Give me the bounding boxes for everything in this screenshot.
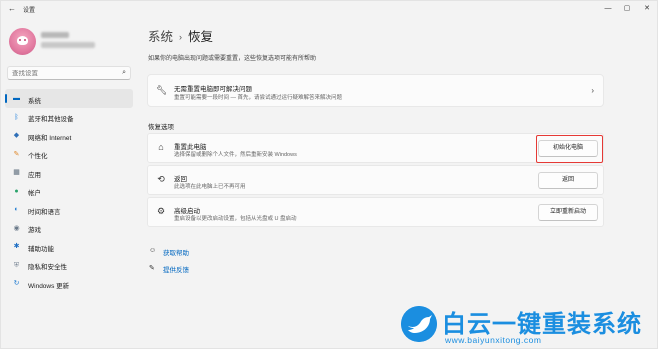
gamepad-icon: ◉ bbox=[13, 224, 20, 232]
troubleshoot-title: 无需重置电脑即可解决问题 bbox=[174, 86, 252, 93]
bluetooth-icon: ᛒ bbox=[14, 113, 19, 121]
reset-pc-icon: ⌂ bbox=[158, 142, 164, 152]
brush-icon: ✎ bbox=[13, 150, 20, 158]
avatar-face-icon bbox=[17, 36, 28, 45]
app-title: 设置 bbox=[23, 8, 36, 14]
sidebar-item[interactable]: ✎ 个性化 bbox=[5, 145, 133, 164]
minimize-button[interactable]: — bbox=[602, 3, 614, 14]
back-arrow-icon[interactable]: ← bbox=[7, 4, 17, 14]
bird-logo-icon bbox=[401, 306, 437, 342]
settings-window: ← 设置 — ▢ ✕ ⌕ ▬ 系统 ᛒ 蓝牙和其他设备 ◆ 网络和 Internet ✎ 个性… bbox=[0, 0, 658, 349]
sidebar-nav: ▬ 系统 ᛒ 蓝牙和其他设备 ◆ 网络和 Internet ✎ 个性化 ▦ 应用 ● 帐户 ◐ 时间和语言… bbox=[5, 89, 133, 293]
close-button[interactable]: ✕ bbox=[641, 3, 653, 14]
watermark-url: www.baiyunxitong.com bbox=[445, 335, 542, 345]
user-name-blurred bbox=[41, 32, 69, 38]
watermark-title: 白云一键重装系统 bbox=[442, 310, 642, 338]
search-input[interactable] bbox=[12, 70, 112, 77]
sidebar-item-label: 蓝牙和其他设备 bbox=[28, 116, 74, 123]
sidebar-item-label: 辅助功能 bbox=[28, 245, 54, 253]
accessibility-icon: ✱ bbox=[13, 243, 20, 250]
sidebar-item-label: 应用 bbox=[28, 171, 41, 179]
shield-icon: ⛨ bbox=[13, 261, 20, 269]
recovery-option-row: ⚙ 高级启动 重启设备以更改启动设置，包括从光盘或 U 盘启动 立即重新启动 bbox=[147, 197, 604, 227]
feedback-icon: ✎ bbox=[149, 265, 155, 272]
sidebar-item[interactable]: ◉ 游戏 bbox=[5, 219, 133, 238]
troubleshoot-description: 重置可能需要一段时间 — 首先，请尝试通过运行疑难解答来解决问题 bbox=[174, 95, 343, 101]
recovery-options-heading: 恢复选项 bbox=[148, 124, 174, 131]
sidebar-item[interactable]: ◆ 网络和 Internet bbox=[5, 126, 133, 145]
breadcrumb: 系统 › 恢复 bbox=[148, 26, 213, 45]
troubleshoot-card[interactable]: 🔧︎ 无需重置电脑即可解决问题 重置可能需要一段时间 — 首先，请尝试通过运行疑… bbox=[147, 74, 604, 107]
sidebar-item-label: 游戏 bbox=[28, 227, 41, 234]
search-icon[interactable]: ⌕ bbox=[122, 69, 126, 77]
sidebar-item-label: 网络和 Internet bbox=[28, 134, 72, 142]
watermark: 白云一键重装系统 www.baiyunxitong.com bbox=[401, 304, 656, 348]
sidebar-item[interactable]: ◐ 时间和语言 bbox=[5, 200, 133, 219]
highlight-box bbox=[536, 135, 603, 163]
wrench-icon: 🔧︎ bbox=[156, 85, 168, 95]
avatar[interactable] bbox=[9, 28, 36, 55]
search-box[interactable]: ⌕ bbox=[7, 66, 131, 80]
sidebar-item-label: 帐户 bbox=[28, 190, 41, 197]
page-description: 如果你的电脑出现问题或需要重置，这些恢复选项可能有所帮助 bbox=[148, 56, 317, 62]
help-link-label[interactable]: 获取帮助 bbox=[163, 247, 189, 257]
sidebar-item[interactable]: ● 帐户 bbox=[5, 182, 133, 201]
person-icon: ● bbox=[14, 187, 19, 195]
recovery-option-button[interactable]: 返回 bbox=[538, 172, 598, 189]
recovery-option-description: 重启设备以更改启动设置，包括从光盘或 U 盘启动 bbox=[174, 216, 297, 222]
sidebar-item-label: 个性化 bbox=[28, 153, 48, 160]
monitor-icon: ▬ bbox=[13, 95, 20, 102]
help-icon: ☺ bbox=[149, 247, 157, 254]
title-bar: ← 设置 — ▢ ✕ bbox=[1, 1, 658, 17]
recovery-options-group: ⌂ 重置此电脑 选择保留或删除个人文件，然后重新安装 Windows 初始化电脑 ⟲ 返回… bbox=[147, 133, 604, 229]
advanced-startup-icon: ⚙ bbox=[156, 206, 166, 216]
chevron-right-icon: › bbox=[591, 86, 594, 95]
sidebar-item-label: 时间和语言 bbox=[28, 208, 61, 216]
globe-clock-icon: ◐ bbox=[14, 206, 19, 213]
breadcrumb-separator: › bbox=[179, 32, 183, 42]
recovery-option-row: ⟲ 返回 此选项在此电脑上已不再可用 返回 bbox=[147, 165, 604, 195]
user-email-blurred bbox=[41, 42, 95, 48]
sidebar-item[interactable]: ᛒ 蓝牙和其他设备 bbox=[5, 108, 133, 127]
apps-icon: ▦ bbox=[13, 169, 20, 176]
sidebar-item-label: Windows 更新 bbox=[28, 282, 70, 290]
breadcrumb-parent[interactable]: 系统 bbox=[148, 30, 173, 44]
maximize-button[interactable]: ▢ bbox=[621, 3, 633, 14]
recovery-option-description: 选择保留或删除个人文件，然后重新安装 Windows bbox=[174, 152, 297, 158]
wifi-icon: ◆ bbox=[13, 132, 20, 139]
recovery-option-row: ⌂ 重置此电脑 选择保留或删除个人文件，然后重新安装 Windows 初始化电脑 bbox=[147, 133, 604, 163]
sidebar-item-label: 系统 bbox=[28, 97, 41, 105]
page-title: 恢复 bbox=[188, 30, 214, 44]
sidebar-item-label: 隐私和安全性 bbox=[28, 264, 67, 271]
help-link-label[interactable]: 提供反馈 bbox=[163, 264, 189, 274]
sidebar-item[interactable]: ✱ 辅助功能 bbox=[5, 237, 133, 256]
windows-update-icon: ↻ bbox=[13, 280, 20, 287]
sidebar-item[interactable]: ⛨ 隐私和安全性 bbox=[5, 256, 133, 275]
recovery-option-button[interactable]: 立即重新启动 bbox=[538, 204, 598, 221]
recovery-option-description: 此选项在此电脑上已不再可用 bbox=[174, 184, 246, 190]
sidebar-item[interactable]: ▦ 应用 bbox=[5, 163, 133, 182]
sidebar-item[interactable]: ↻ Windows 更新 bbox=[5, 274, 133, 293]
sidebar-item[interactable]: ▬ 系统 bbox=[5, 89, 133, 108]
history-icon: ⟲ bbox=[157, 174, 165, 184]
